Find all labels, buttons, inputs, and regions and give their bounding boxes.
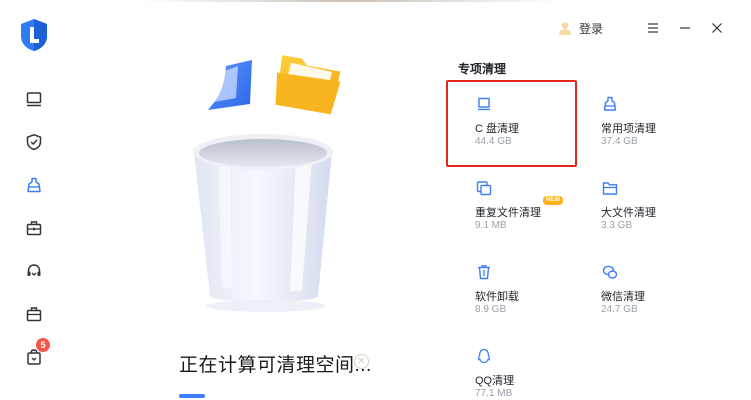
folder-icon	[602, 180, 618, 196]
tile-size: 8.9 GB	[475, 304, 507, 315]
broom-icon	[602, 96, 618, 112]
tile-wechat-cleanup[interactable]: 微信清理 24.7 GB	[584, 248, 704, 318]
toolbox-icon	[26, 221, 42, 236]
top-decoration	[140, 0, 560, 2]
cancel-scan-button[interactable]: ✕	[354, 354, 369, 369]
tile-name: QQ清理	[475, 375, 515, 387]
qq-icon	[476, 348, 492, 364]
monitor-icon	[26, 92, 42, 107]
tile-size: 9.1 MB	[475, 220, 507, 231]
sidebar-item-security[interactable]	[22, 130, 46, 154]
tile-duplicate-files-cleanup[interactable]: 重复文件清理NEW 9.1 MB	[458, 164, 578, 234]
sidebar-item-software[interactable]	[22, 302, 46, 326]
unread-badge: 5	[36, 338, 50, 352]
sidebar-item-toolbox[interactable]	[22, 216, 46, 240]
headset-icon	[27, 264, 41, 276]
close-icon	[712, 23, 722, 33]
close-circle-icon: ✕	[357, 356, 366, 367]
tile-name: 软件卸载	[475, 291, 519, 303]
broom-icon	[27, 177, 41, 193]
tile-software-uninstall[interactable]: 软件卸载 8.9 GB	[458, 248, 578, 318]
tile-name: 常用项清理	[601, 123, 656, 135]
tile-common-cleanup[interactable]: 常用项清理 37.4 GB	[584, 80, 704, 150]
menu-button[interactable]	[637, 18, 669, 38]
tile-size: 44.4 GB	[475, 136, 512, 147]
sidebar-item-support[interactable]	[22, 259, 46, 283]
scan-progress-bar	[179, 394, 205, 398]
tile-large-files-cleanup[interactable]: 大文件清理 3.3 GB	[584, 164, 704, 234]
sidebar-item-messages[interactable]: 5	[22, 338, 50, 369]
sidebar-item-cleanup[interactable]	[22, 173, 46, 197]
special-cleanup-title: 专项清理	[458, 62, 507, 76]
tile-size: 3.3 GB	[601, 220, 633, 231]
login-button[interactable]: 登录	[557, 20, 603, 37]
close-button[interactable]	[701, 18, 733, 38]
tile-name: C 盘清理	[475, 123, 519, 135]
login-label: 登录	[578, 21, 603, 36]
sidebar: 5	[0, 0, 68, 400]
shield-check-icon	[26, 134, 42, 151]
tile-name-text: 重复文件清理	[475, 207, 541, 219]
tile-name: 微信清理	[601, 291, 645, 303]
app-logo	[20, 18, 48, 52]
trash-icon	[476, 264, 492, 280]
tile-size: 77.1 MB	[475, 388, 513, 399]
hamburger-icon	[648, 23, 658, 33]
tile-size: 37.4 GB	[601, 136, 638, 147]
tile-name: 大文件清理	[601, 207, 656, 219]
briefcase-icon	[26, 307, 42, 322]
tile-qq-cleanup[interactable]: QQ清理 77.1 MB	[458, 332, 578, 400]
user-icon	[558, 22, 571, 35]
cleanup-illustration	[178, 52, 358, 322]
minimize-button[interactable]	[669, 18, 701, 38]
duplicate-files-icon	[476, 180, 492, 196]
title-bar-controls: 登录	[557, 18, 733, 38]
new-tag: NEW	[543, 196, 563, 205]
sidebar-item-monitor[interactable]	[22, 87, 46, 111]
tile-name: 重复文件清理NEW	[475, 196, 563, 220]
tile-size: 24.7 GB	[601, 304, 638, 315]
drive-icon	[476, 96, 492, 112]
scan-status-text: 正在计算可清理空间...	[179, 355, 372, 376]
wechat-icon	[602, 264, 618, 280]
tile-c-drive-cleanup[interactable]: C 盘清理 44.4 GB	[458, 80, 578, 150]
minimize-icon	[680, 27, 690, 29]
